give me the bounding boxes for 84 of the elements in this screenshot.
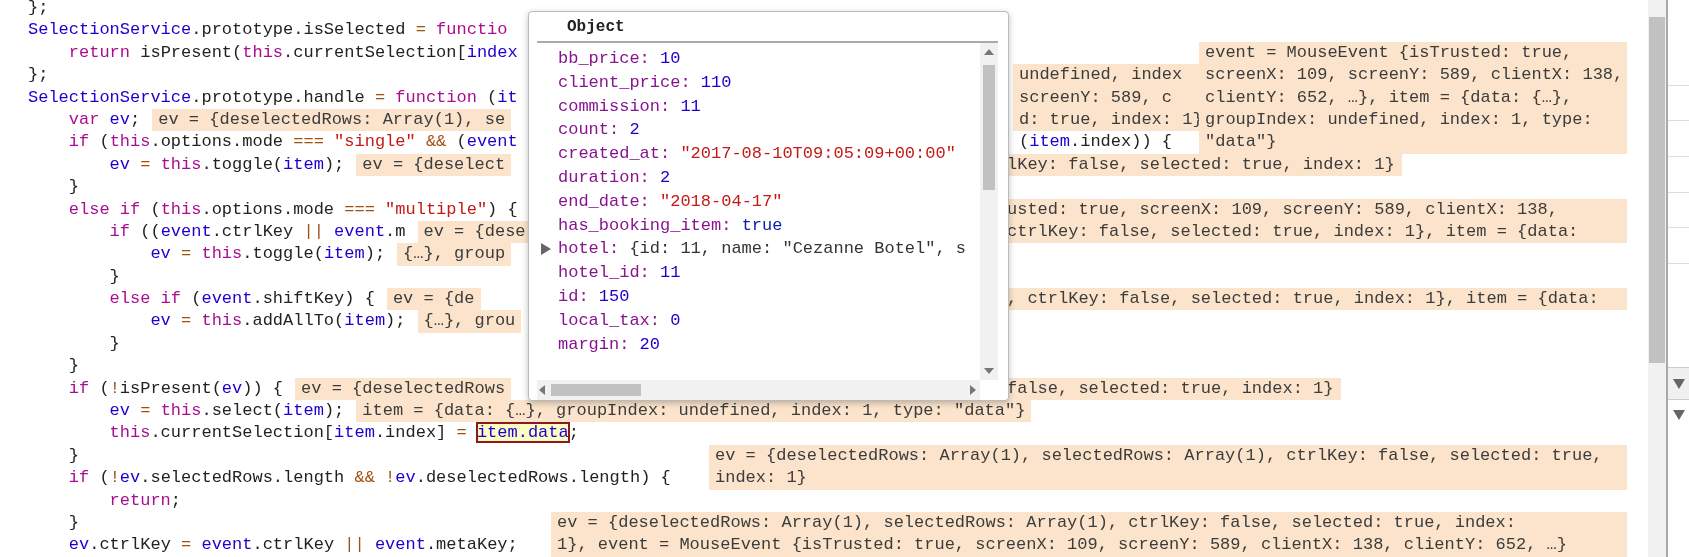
code-line: ev = this.addAllTo(item);: [149, 310, 406, 333]
inline-value-hint: ev = {deselectedRows: [295, 377, 512, 401]
property-value: 0: [670, 309, 681, 332]
vertical-scrollbar[interactable]: [980, 43, 998, 380]
inline-value-hint: {…}, grou: [417, 310, 522, 333]
code-line: };: [28, 0, 49, 19]
property-value: 110: [700, 71, 732, 94]
inline-value-hint: clientY: 652, …}, item = {data: {…},: [1199, 86, 1627, 109]
inline-value-hint: "data"}: [1199, 131, 1627, 154]
inline-value-hint: d: true, index: 1}: [1013, 108, 1199, 132]
code-line: (item.index)) {: [1018, 131, 1174, 154]
property-key: end_date:: [558, 189, 650, 214]
inline-value-hint: groupIndex: undefined, index: 1, type:: [1199, 108, 1627, 132]
code-line: ev.ctrlKey = event.ctrlKey || event.metaKey;: [67, 534, 518, 557]
property-value: 2: [629, 119, 640, 142]
property-value: "2018-04-17": [660, 190, 783, 213]
inline-value-hint: ev = {deselectedRows: Array(1), se: [152, 108, 512, 132]
property-value: "2017-08-10T09:05:09+00:00": [680, 143, 956, 166]
property-key: hotel:: [558, 237, 620, 262]
inline-value-hint: index: 1}: [709, 467, 1627, 490]
code-line: };: [28, 64, 49, 87]
code-line: else if (event.shiftKey) {: [108, 288, 375, 311]
property-key: local_tax:: [558, 308, 661, 333]
code-line: SelectionService.prototype.isSelected = functio: [28, 19, 508, 42]
property-key: has_booking_item:: [558, 213, 732, 238]
property-key: created_at:: [558, 142, 671, 166]
inline-value-hint: screenY: 589, c: [1013, 86, 1199, 109]
inline-value-hint: ev = {de: [386, 288, 481, 311]
caret-down-icon[interactable]: [984, 368, 994, 374]
property-value: 11: [660, 262, 681, 285]
code-line: }: [67, 355, 79, 378]
property-key: client_price:: [558, 70, 691, 95]
code-line: ev = this.toggle(item);: [108, 153, 345, 176]
property-key: hotel_id:: [558, 261, 650, 285]
caret-down-icon[interactable]: [1672, 410, 1685, 420]
code-line: ev = this.toggle(item);: [149, 243, 386, 266]
inline-value-hint: 1}, event = MouseEvent {isTrusted: true, screenX: 109, screenY: 589, clientX: 138, clientY: 652, …}: [551, 534, 1627, 557]
scrollbar-thumb[interactable]: [1649, 17, 1665, 363]
inline-value-hint: item = {data: {…}, groupIndex: undefined, index: 1, type: "data"}: [356, 400, 1032, 423]
property-value: true: [741, 214, 783, 237]
property-value: 20: [639, 333, 660, 356]
code-line: if ((event.ctrlKey || event.m: [108, 220, 406, 243]
inline-value-hint: event = MouseEvent {isTrusted: true,: [1199, 41, 1627, 65]
code-line: if (!isPresent(ev)) {: [67, 377, 284, 400]
code-line: }: [67, 512, 79, 534]
code-line: if (!ev.selectedRows.length && !ev.deselectedRows.length) {: [67, 467, 671, 490]
property-key: count:: [558, 118, 620, 143]
inline-value-hint: screenX: 109, screenY: 589, clientX: 138,: [1199, 64, 1627, 87]
caret-down-icon[interactable]: [1672, 378, 1685, 389]
code-line: return;: [108, 489, 182, 512]
caret-right-icon[interactable]: [540, 243, 552, 256]
scrollbar-thumb[interactable]: [551, 384, 641, 396]
code-line: }: [67, 444, 79, 467]
inline-value-hint: ev = {deselect: [356, 153, 512, 177]
code-line: ev = this.select(item);: [108, 400, 345, 423]
property-key: duration:: [558, 166, 650, 190]
property-key: bb_price:: [558, 47, 650, 71]
caret-right-icon[interactable]: [970, 385, 976, 395]
code-line: }: [108, 332, 120, 355]
property-value: 150: [598, 285, 630, 308]
code-line: }: [108, 265, 120, 288]
property-key: margin:: [558, 332, 630, 357]
property-value: 10: [660, 48, 681, 70]
property-value: 11: [680, 95, 701, 118]
horizontal-scrollbar[interactable]: [537, 380, 980, 400]
code-line: this.currentSelection[item.index] = item.data;: [108, 422, 579, 445]
property-value: {id: 11, name: "Cezanne Botel", s: [629, 238, 967, 261]
inline-value-hint: undefined, index: [1013, 64, 1199, 87]
code-line: var ev;: [67, 108, 141, 131]
property-key: commission:: [558, 94, 671, 119]
inline-value-hint: ev = {deselectedRows: Array(1), selectedRows: Array(1), ctrlKey: false, selected: true,: [709, 444, 1627, 468]
code-line: SelectionService.prototype.handle = function (it: [28, 86, 518, 109]
caret-up-icon[interactable]: [984, 49, 994, 55]
code-line: if (this.options.mode === "single" && (event: [67, 131, 518, 154]
code-line: return isPresent(this.currentSelection[index: [67, 41, 518, 64]
inline-value-hint: ev = {deselectedRows: Array(1), selectedRows: Array(1), ctrlKey: false, selected: true, index:: [551, 512, 1627, 535]
property-value: 2: [660, 167, 671, 189]
popover-title: Object: [537, 12, 998, 43]
scrollbar-thumb[interactable]: [983, 65, 995, 190]
inline-value-hint: {…}, group: [397, 243, 512, 266]
property-key: id:: [558, 284, 589, 309]
code-line: }: [67, 176, 79, 199]
caret-left-icon[interactable]: [539, 385, 545, 395]
code-line: else if (this.options.mode === "multiple") {: [67, 198, 518, 221]
